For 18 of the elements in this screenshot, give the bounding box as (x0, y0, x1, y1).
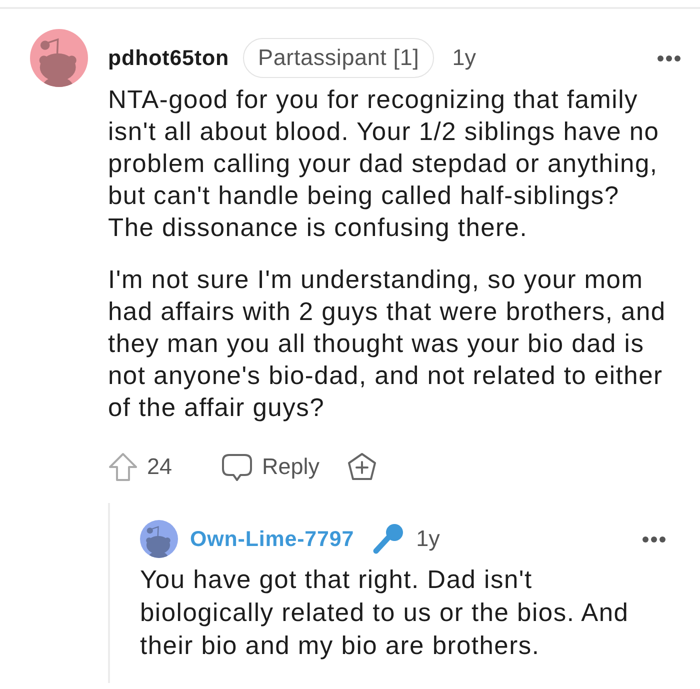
speech-bubble-icon (221, 452, 254, 482)
plus-icon (346, 452, 377, 482)
award-button[interactable] (346, 452, 377, 482)
comment-age: 1y (452, 44, 476, 72)
user-flair: Partassipant [1] (243, 38, 434, 78)
username-link[interactable]: pdhot65ton (108, 42, 230, 74)
reply-button[interactable]: Reply (221, 452, 320, 482)
avatar-icon[interactable] (30, 29, 88, 87)
avatar-icon[interactable] (140, 520, 178, 558)
comment-text: I'm not sure I'm understanding, so your mom had affairs with 2 guys that were brothers, and they man you all thought was your bio dad is not anyone's bio-dad, and not related to either of the affair guys? (108, 265, 667, 424)
upvote-icon (108, 452, 138, 482)
microphone-icon (372, 523, 404, 555)
more-icon (642, 536, 666, 542)
comment-text: NTA-good for you for recognizing that family isn't all about blood. Your 1/2 siblings have no problem calling your dad stepdad or anything, but can't handle being called half-siblings? The dissonance is confusing there. (108, 85, 660, 244)
vote-count: 24 (147, 453, 172, 482)
comment-age: 1y (416, 525, 440, 554)
comment-text: You have got that right. Dad isn't biologically related to us or the bios. And their bio and my bio are brothers. (140, 565, 630, 662)
more-icon (657, 54, 681, 62)
